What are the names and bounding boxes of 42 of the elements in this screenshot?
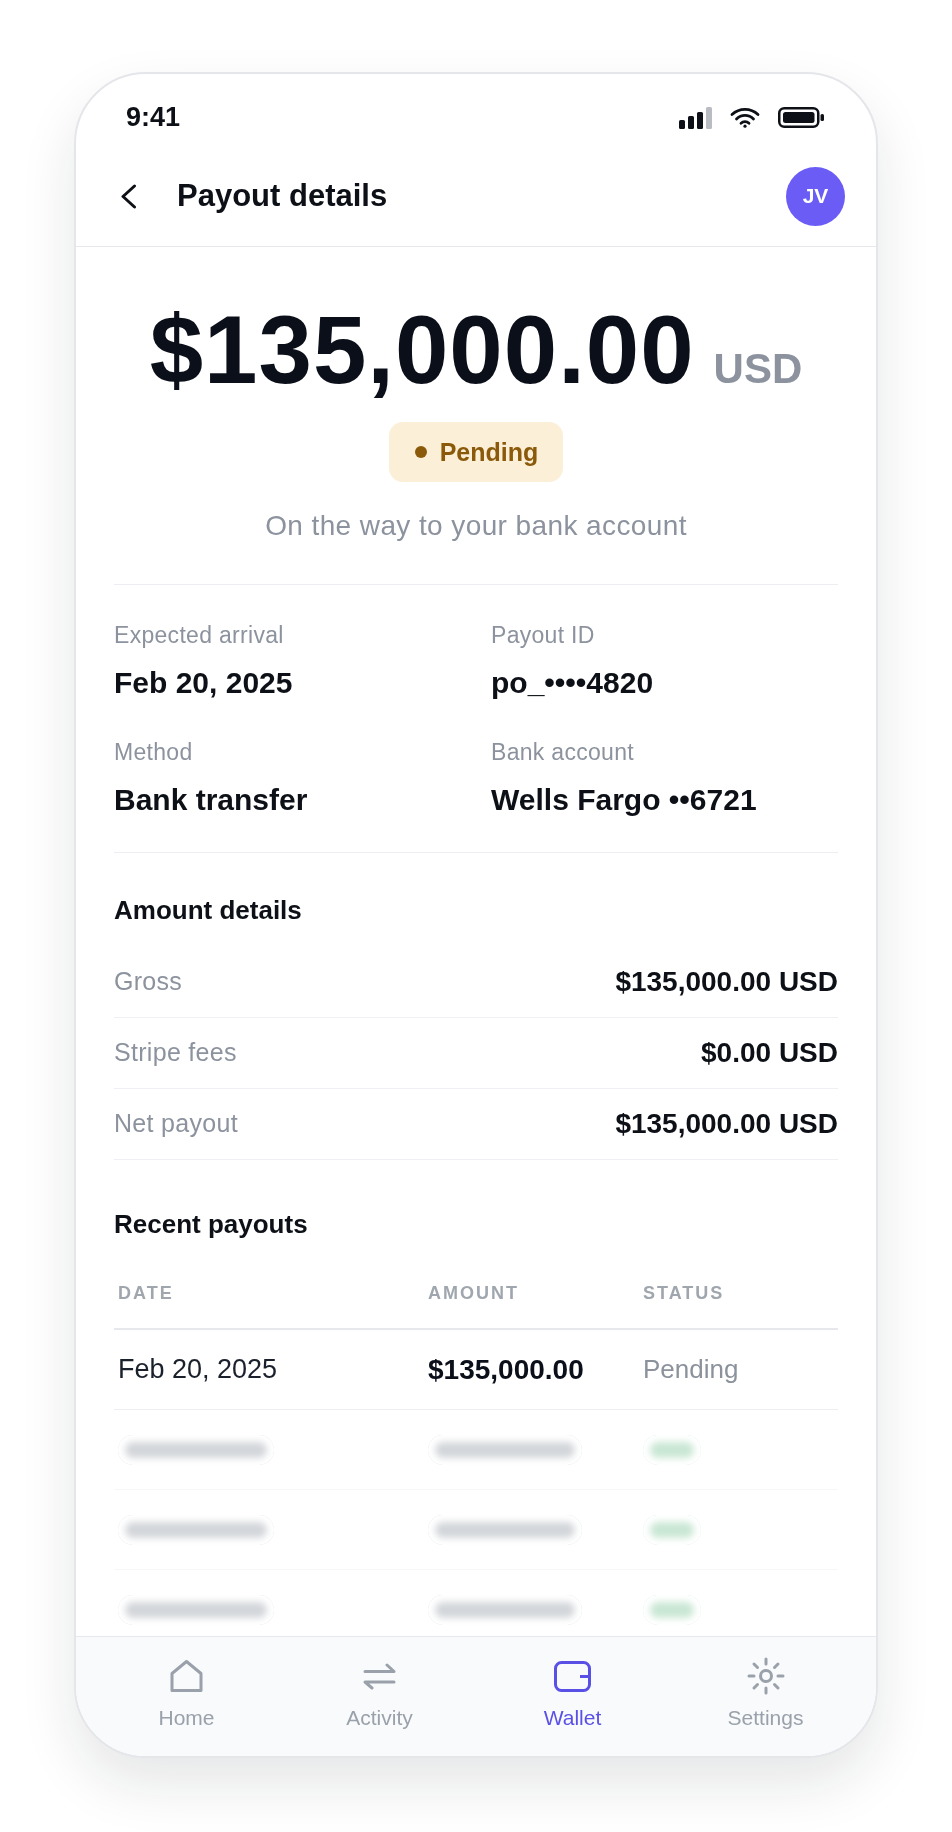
currency-code: USD bbox=[713, 348, 803, 390]
chevron-left-icon bbox=[120, 183, 137, 209]
status-label: Pending bbox=[439, 439, 539, 465]
settings-icon bbox=[746, 1657, 785, 1695]
line-item-amount: $135,000.00 USD bbox=[615, 965, 838, 999]
detail-label: Payout ID bbox=[491, 621, 596, 649]
nav-tab[interactable]: Activity bbox=[283, 1637, 476, 1756]
payout-amount: $135,000.00 bbox=[149, 302, 695, 398]
wallet-icon bbox=[554, 1660, 591, 1692]
detail-value: Bank transfer bbox=[114, 782, 309, 818]
line-item-label: Net payout bbox=[114, 1108, 238, 1140]
line-item-label: Stripe fees bbox=[114, 1037, 237, 1069]
column-heading: DATE bbox=[118, 1281, 175, 1305]
column-heading: AMOUNT bbox=[428, 1281, 520, 1305]
line-item-label: Gross bbox=[114, 966, 183, 998]
nav-tab[interactable]: Home bbox=[90, 1637, 283, 1756]
signal-icon bbox=[679, 106, 712, 129]
page-title: Payout details bbox=[177, 177, 389, 215]
line-item-amount: $135,000.00 USD bbox=[615, 1107, 838, 1141]
line-item-amount: $0.00 USD bbox=[701, 1036, 838, 1070]
detail-label: Expected arrival bbox=[114, 621, 285, 649]
nav-tab[interactable]: Settings bbox=[669, 1637, 862, 1756]
status-dot-icon bbox=[414, 446, 427, 458]
column-heading: STATUS bbox=[643, 1281, 726, 1305]
detail-value: po_••••4820 bbox=[491, 665, 655, 701]
back-button[interactable] bbox=[120, 183, 137, 209]
status-message: On the way to your bank account bbox=[264, 509, 688, 543]
detail-value: Feb 20, 2025 bbox=[114, 665, 294, 701]
payout-date: Feb 20, 2025 bbox=[118, 1353, 279, 1387]
wifi-icon bbox=[730, 107, 760, 128]
nav-tab[interactable]: Wallet bbox=[476, 1637, 669, 1756]
payout-status: Pending bbox=[643, 1353, 740, 1386]
section-title: Recent payouts bbox=[114, 1208, 309, 1240]
detail-label: Bank account bbox=[491, 738, 635, 766]
battery-icon bbox=[778, 107, 824, 128]
detail-label: Method bbox=[114, 738, 194, 766]
avatar[interactable]: JV bbox=[786, 166, 845, 226]
detail-value: Wells Fargo ••6721 bbox=[491, 782, 758, 818]
payout-amount: $135,000.00 bbox=[428, 1352, 585, 1387]
section-title: Amount details bbox=[114, 894, 303, 926]
home-icon bbox=[169, 1659, 204, 1693]
status-time: 9:41 bbox=[126, 104, 181, 131]
